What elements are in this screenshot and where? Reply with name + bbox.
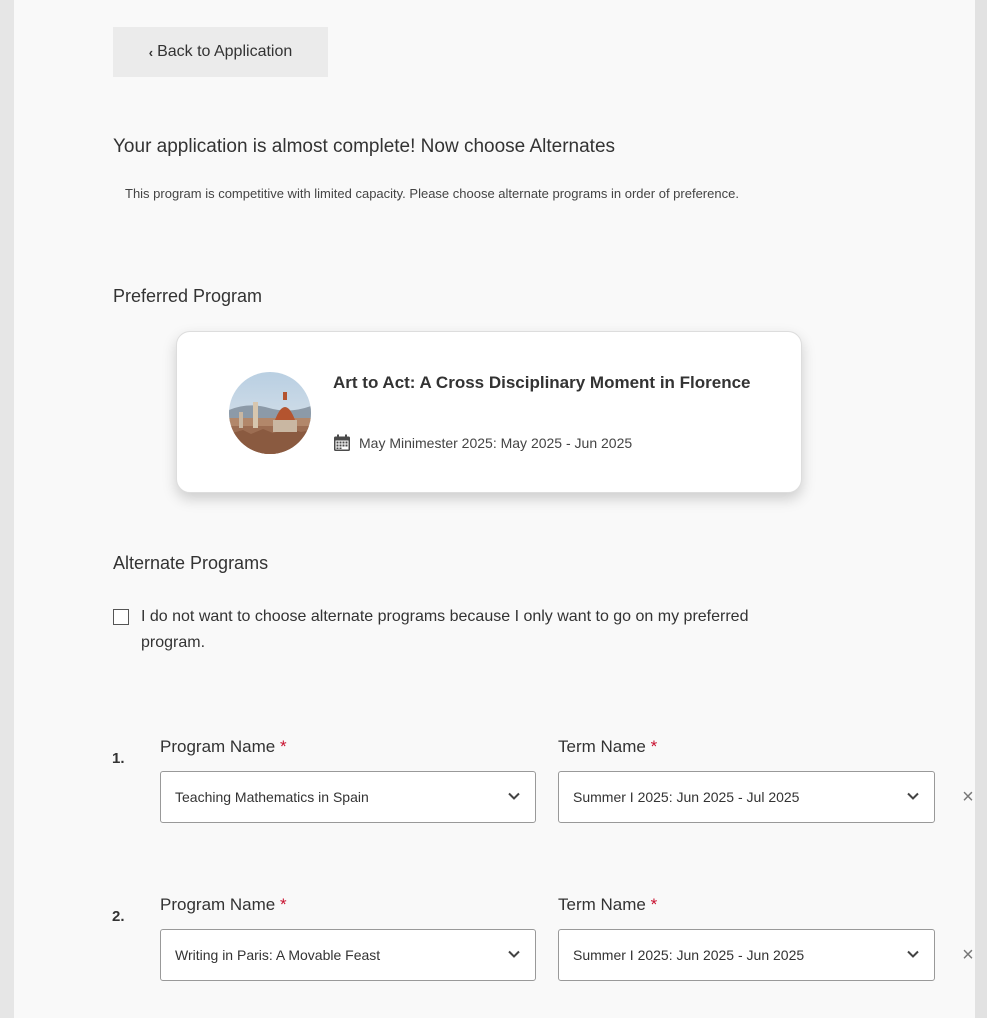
program-select-value: Writing in Paris: A Movable Feast bbox=[175, 947, 381, 963]
preferred-program-card: Art to Act: A Cross Disciplinary Moment … bbox=[176, 331, 802, 493]
required-marker: * bbox=[650, 895, 658, 914]
required-marker: * bbox=[280, 737, 287, 756]
program-select-2[interactable]: Writing in Paris: A Movable Feast bbox=[160, 929, 536, 981]
program-select-value: Teaching Mathematics in Spain bbox=[175, 789, 369, 805]
program-name-label: Program Name * bbox=[160, 737, 287, 756]
alternate-programs-title: Alternate Programs bbox=[113, 553, 269, 573]
remove-alternate-1-button[interactable]: × bbox=[957, 782, 979, 812]
preferred-program-name: Art to Act: A Cross Disciplinary Moment … bbox=[333, 373, 751, 392]
remove-alternate-2-button[interactable]: × bbox=[957, 940, 979, 970]
florence-cathedral-photo-icon bbox=[229, 372, 311, 454]
term-select-2[interactable]: Summer I 2025: Jun 2025 - Jun 2025 bbox=[558, 929, 935, 981]
alternate-row-1: 1. Program Name * Term Name * Teaching M… bbox=[0, 730, 987, 823]
page-heading: Your application is almost complete! Now… bbox=[113, 136, 616, 157]
term-name-label: Term Name * bbox=[558, 895, 658, 914]
calendar-icon bbox=[334, 434, 350, 451]
required-marker: * bbox=[280, 895, 287, 914]
back-to-application-button[interactable]: ‹ Back to Application bbox=[113, 27, 328, 77]
term-select-value: Summer I 2025: Jun 2025 - Jul 2025 bbox=[573, 789, 800, 805]
term-select-value: Summer I 2025: Jun 2025 - Jun 2025 bbox=[573, 947, 805, 963]
opt-out-row: I do not want to choose alternate progra… bbox=[113, 604, 773, 656]
program-select-1[interactable]: Teaching Mathematics in Spain bbox=[160, 771, 536, 823]
program-thumbnail bbox=[229, 372, 311, 454]
alternate-number: 2. bbox=[112, 908, 125, 925]
back-label: Back to Application bbox=[157, 43, 293, 60]
preferred-program-term: May Minimester 2025: May 2025 - Jun 2025 bbox=[333, 434, 632, 452]
term-select-1[interactable]: Summer I 2025: Jun 2025 - Jul 2025 bbox=[558, 771, 935, 823]
chevron-down-icon bbox=[907, 792, 919, 800]
chevron-left-icon: ‹ bbox=[148, 44, 154, 60]
chevron-down-icon bbox=[907, 950, 919, 958]
page-description: This program is competitive with limited… bbox=[125, 186, 739, 201]
alternate-row-2: 2. Program Name * Term Name * Writing in… bbox=[0, 888, 987, 981]
program-name-label: Program Name * bbox=[160, 895, 287, 914]
preferred-program-title: Preferred Program bbox=[113, 286, 263, 306]
chevron-down-icon bbox=[508, 792, 520, 800]
opt-out-checkbox[interactable] bbox=[113, 609, 129, 625]
required-marker: * bbox=[650, 737, 658, 756]
alternate-number: 1. bbox=[112, 750, 125, 767]
right-gutter bbox=[975, 0, 987, 1018]
preferred-term-text: May Minimester 2025: May 2025 - Jun 2025 bbox=[359, 435, 633, 451]
opt-out-label[interactable]: I do not want to choose alternate progra… bbox=[141, 604, 773, 656]
term-name-label: Term Name * bbox=[558, 737, 658, 756]
chevron-down-icon bbox=[508, 950, 520, 958]
